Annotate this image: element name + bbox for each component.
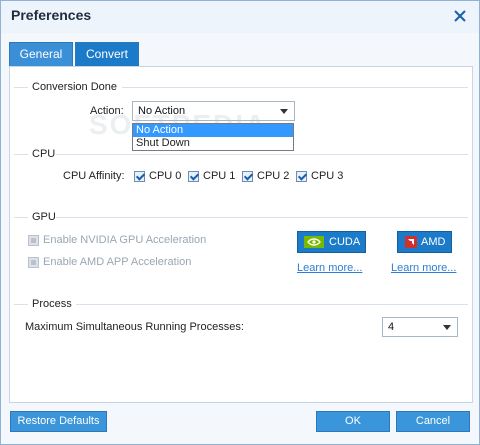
section-divider — [14, 304, 28, 305]
cpu-2-checkbox[interactable] — [242, 171, 253, 182]
nvidia-acceleration-label: Enable NVIDIA GPU Acceleration — [43, 234, 207, 246]
dropdown-option-no-action[interactable]: No Action — [133, 124, 293, 137]
cpu-1-label: CPU 1 — [203, 170, 236, 182]
action-dropdown-list: No Action Shut Down — [132, 123, 294, 151]
nvidia-logo-icon — [304, 236, 324, 251]
preferences-window: Preferences General Convert Conversion D… — [0, 0, 480, 445]
dropdown-option-shut-down[interactable]: Shut Down — [133, 137, 293, 150]
amd-acceleration-label: Enable AMD APP Acceleration — [43, 256, 192, 268]
section-divider — [56, 154, 468, 155]
action-label: Action: — [90, 105, 124, 117]
close-icon[interactable] — [451, 7, 469, 25]
cuda-button-label: CUDA — [329, 236, 361, 248]
amd-button-label: AMD — [421, 236, 446, 248]
amd-logo-icon — [405, 236, 417, 251]
ok-button[interactable]: OK — [316, 411, 390, 432]
amd-button[interactable]: AMD — [397, 231, 452, 253]
cpu-0-label: CPU 0 — [149, 170, 182, 182]
action-select-value: No Action — [138, 105, 186, 117]
section-title-gpu: GPU — [32, 211, 56, 223]
restore-defaults-button[interactable]: Restore Defaults — [10, 411, 107, 432]
cancel-button[interactable]: Cancel — [396, 411, 470, 432]
cpu-3-checkbox[interactable] — [296, 171, 307, 182]
max-processes-label: Maximum Simultaneous Running Processes: — [25, 321, 244, 333]
section-divider — [76, 304, 468, 305]
chevron-down-icon — [443, 325, 451, 330]
nvidia-acceleration-checkbox[interactable] — [28, 235, 39, 246]
title-bar: Preferences — [1, 1, 479, 33]
action-select[interactable]: No Action — [132, 101, 295, 121]
tab-general[interactable]: General — [9, 42, 73, 66]
learn-more-cuda-link[interactable]: Learn more... — [297, 262, 362, 274]
section-divider — [122, 87, 468, 88]
section-title-process: Process — [32, 298, 72, 310]
section-divider — [14, 154, 28, 155]
section-divider — [56, 217, 468, 218]
window-title: Preferences — [11, 7, 92, 23]
cpu-affinity-label: CPU Affinity: — [63, 170, 125, 182]
chevron-down-icon — [280, 109, 288, 114]
section-title-conversion-done: Conversion Done — [32, 81, 117, 93]
max-processes-select[interactable]: 4 — [382, 317, 458, 337]
section-divider — [14, 87, 28, 88]
section-title-cpu: CPU — [32, 148, 56, 160]
amd-acceleration-checkbox[interactable] — [28, 257, 39, 268]
cpu-2-label: CPU 2 — [257, 170, 290, 182]
cpu-0-checkbox[interactable] — [134, 171, 145, 182]
convert-panel: Conversion Done Action: No Action CPU CP… — [9, 66, 473, 403]
tab-convert[interactable]: Convert — [75, 42, 139, 66]
cpu-1-checkbox[interactable] — [188, 171, 199, 182]
section-divider — [14, 217, 28, 218]
learn-more-amd-link[interactable]: Learn more... — [391, 262, 456, 274]
cuda-button[interactable]: CUDA — [297, 231, 366, 253]
cpu-3-label: CPU 3 — [311, 170, 344, 182]
max-processes-value: 4 — [388, 321, 395, 333]
